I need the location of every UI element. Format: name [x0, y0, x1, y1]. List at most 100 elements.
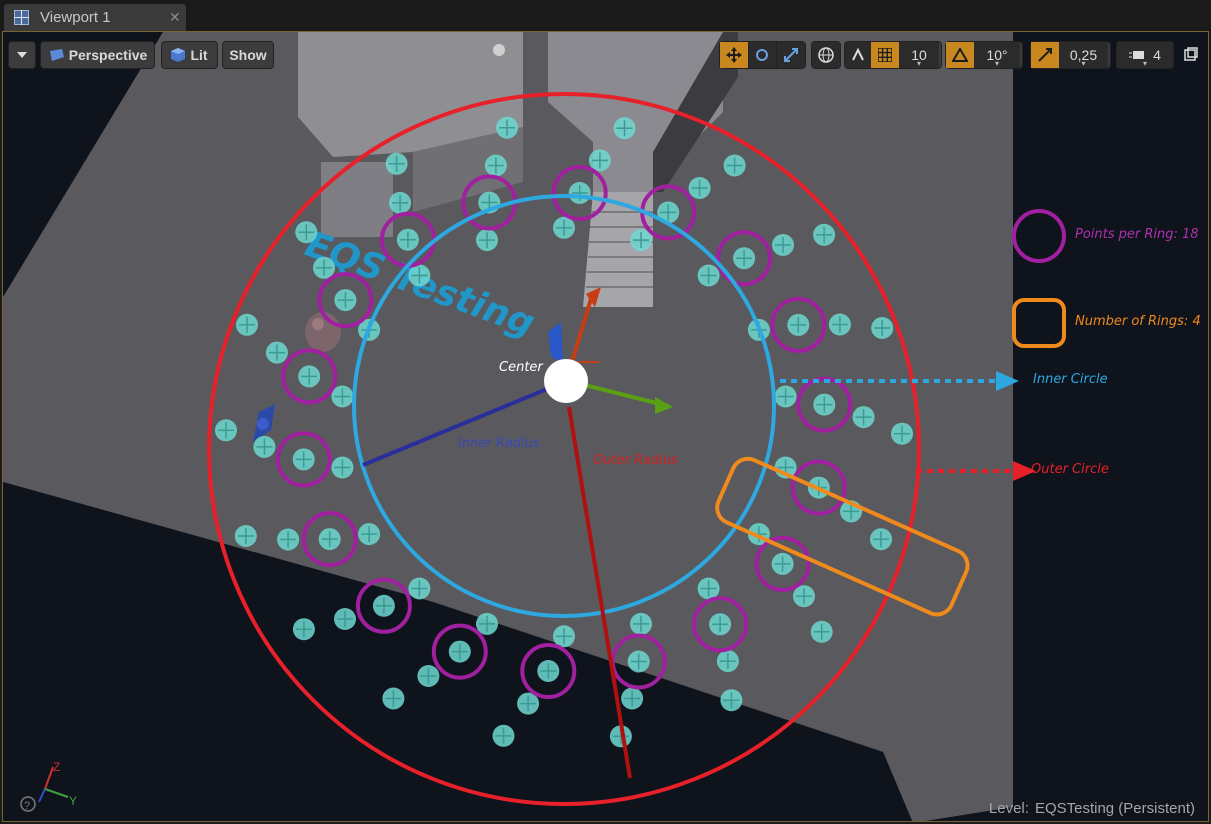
rotate-icon[interactable] [748, 42, 777, 68]
query-point [292, 448, 315, 471]
level-name: EQSTesting (Persistent) [1034, 800, 1195, 817]
maximize-icon[interactable] [1184, 47, 1198, 66]
points-per-ring-label: Points per Ring: 18 [1075, 227, 1199, 242]
query-point [627, 650, 650, 673]
scene-view: EQS Testing Z Y ? [3, 32, 1066, 821]
outer-circle-label: Outer Circle [1031, 462, 1109, 477]
center-point [544, 359, 588, 403]
tab-title: Viewport 1 [40, 9, 111, 26]
query-point [313, 256, 335, 279]
surface-snap-icon[interactable] [845, 42, 871, 68]
query-point [630, 612, 652, 635]
scale-snap-icon[interactable] [1031, 42, 1059, 68]
query-point [553, 216, 575, 239]
show-label[interactable]: Show [223, 42, 273, 68]
globe-icon[interactable] [812, 42, 840, 68]
inner-radius-label: Inner Radius [458, 436, 540, 451]
scale-snap-group: 0,25 ▾ [1030, 41, 1111, 69]
query-point [688, 177, 711, 199]
viewport-options-menu[interactable] [8, 41, 36, 69]
close-icon[interactable]: ✕ [169, 9, 181, 26]
perspective-icon [49, 49, 64, 61]
show-button[interactable]: Show [222, 41, 274, 69]
query-point [716, 650, 739, 673]
level-label: Level: EQSTesting (Persistent) [989, 800, 1195, 817]
tab-viewport-1[interactable]: Viewport 1 ✕ [4, 4, 186, 31]
rotation-snap-group: 10° ▾ [945, 41, 1023, 69]
query-point [331, 385, 354, 408]
query-point [382, 687, 405, 710]
query-point [253, 435, 276, 458]
grid-snap-value[interactable]: 10 ▾ [899, 42, 939, 68]
query-point [215, 419, 237, 442]
query-point [787, 313, 810, 336]
query-point [613, 117, 636, 140]
viewport-icon [14, 10, 29, 25]
svg-text:?: ? [24, 800, 30, 812]
chevron-down-icon[interactable] [9, 42, 35, 68]
query-point [852, 406, 875, 429]
caret-down-icon: ▾ [1081, 59, 1086, 68]
query-point [234, 525, 257, 547]
perspective-button[interactable]: Perspective [40, 41, 155, 69]
query-point [621, 687, 644, 710]
query-point [492, 724, 515, 747]
query-point [813, 393, 836, 416]
query-point [389, 191, 412, 214]
query-point [277, 528, 300, 551]
rotation-snap-icon[interactable] [946, 42, 974, 68]
lit-cube-icon [171, 48, 186, 62]
query-point [793, 585, 815, 608]
query-point [771, 552, 794, 575]
query-point [553, 625, 575, 648]
query-point [298, 365, 321, 388]
query-point [813, 223, 836, 246]
query-point [236, 313, 258, 336]
scale-snap-value[interactable]: 0,25 ▾ [1059, 42, 1108, 68]
axis-y-label: Y [69, 794, 77, 808]
query-point [697, 264, 720, 287]
query-point [568, 182, 591, 204]
level-viewport[interactable]: EQS Testing Z Y ? Center Inner Radius Ou… [2, 31, 1209, 822]
pillar-block [321, 162, 393, 237]
query-point [408, 577, 431, 600]
world-local-toggle[interactable] [811, 41, 841, 69]
axis-z-label: Z [53, 760, 60, 774]
points-per-ring-legend-icon [1012, 209, 1066, 263]
query-point [476, 229, 498, 252]
rotation-snap-value[interactable]: 10° ▾ [974, 42, 1020, 68]
camera-speed-button[interactable]: 4 ▾ [1117, 42, 1173, 68]
lit-button[interactable]: Lit [161, 41, 218, 69]
query-point [697, 577, 720, 600]
query-point [828, 313, 851, 336]
query-point [496, 116, 519, 139]
query-point [358, 523, 381, 546]
scale-icon[interactable] [777, 42, 805, 68]
query-point [334, 608, 356, 630]
number-of-rings-label: Number of Rings: 4 [1075, 314, 1201, 329]
inner-circle-label: Inner Circle [1033, 372, 1108, 387]
number-of-rings-legend-icon [1012, 298, 1066, 348]
query-point [331, 456, 354, 479]
query-point [709, 613, 732, 636]
query-point [772, 234, 794, 256]
query-point [733, 247, 756, 270]
query-point [537, 660, 560, 682]
translate-icon[interactable] [720, 42, 748, 68]
grid-snap-icon[interactable] [871, 42, 899, 68]
query-point [720, 689, 743, 712]
query-point [334, 289, 357, 312]
center-label: Center [499, 360, 543, 375]
camera-icon [493, 44, 505, 56]
query-point [448, 640, 471, 663]
camera-speed-group[interactable]: 4 ▾ [1116, 41, 1174, 69]
perspective-button-inner[interactable]: Perspective [41, 42, 154, 68]
query-point [396, 228, 419, 251]
lit-button-inner[interactable]: Lit [162, 42, 217, 68]
lit-label: Lit [190, 47, 208, 63]
character-actor [305, 312, 341, 352]
caret-down-icon: ▾ [1142, 59, 1147, 68]
camera-speed-value: 4 [1153, 47, 1161, 63]
query-point [295, 221, 318, 244]
caret-down-icon: ▾ [916, 59, 921, 68]
